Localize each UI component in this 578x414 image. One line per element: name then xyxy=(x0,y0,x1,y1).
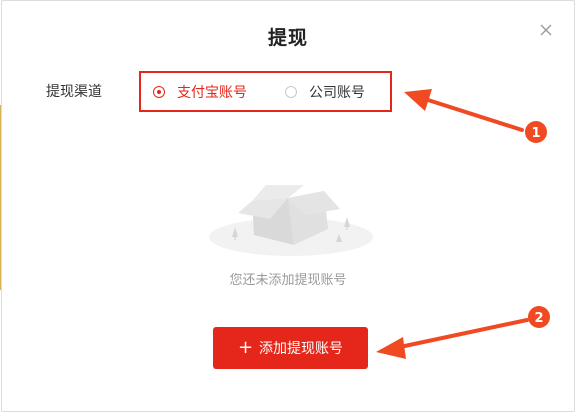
plus-icon: + xyxy=(237,337,254,358)
radio-alipay-account[interactable]: 支付宝账号 xyxy=(153,82,247,102)
add-withdraw-account-button[interactable]: + 添加提现账号 xyxy=(213,327,368,369)
withdraw-channel-radio-group: 支付宝账号 公司账号 xyxy=(139,71,392,112)
empty-state-message: 您还未添加提现账号 xyxy=(229,273,347,288)
withdraw-dialog: 提现 提现渠道 支付宝账号 公司账号 您还未添加提现账号 + 添加提现账号 xyxy=(1,0,575,412)
radio-company-label: 公司账号 xyxy=(309,85,365,101)
radio-alipay-label: 支付宝账号 xyxy=(177,85,247,101)
close-button[interactable] xyxy=(537,21,555,39)
add-button-label: 添加提现账号 xyxy=(259,341,344,357)
radio-company-account[interactable]: 公司账号 xyxy=(285,82,365,102)
empty-box-icon xyxy=(209,185,373,256)
close-icon xyxy=(540,24,552,36)
radio-unselected-icon xyxy=(285,86,297,98)
withdraw-channel-label: 提现渠道 xyxy=(46,84,102,100)
dialog-title: 提现 xyxy=(267,27,308,49)
radio-selected-icon xyxy=(153,86,165,98)
